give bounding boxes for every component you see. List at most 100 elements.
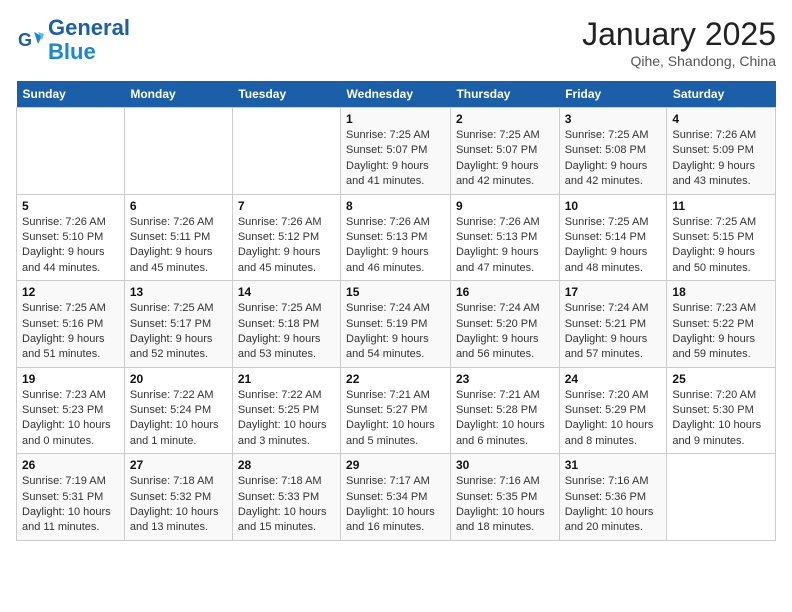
day-number: 10 [565, 199, 662, 213]
day-number: 28 [238, 458, 335, 472]
calendar-cell: 26Sunrise: 7:19 AM Sunset: 5:31 PM Dayli… [17, 454, 125, 541]
day-number: 13 [130, 285, 227, 299]
weekday-header: Wednesday [341, 81, 451, 108]
day-number: 4 [672, 112, 770, 126]
calendar-cell: 1 Sunrise: 7:25 AM Sunset: 5:07 PM Daylig… [341, 108, 451, 195]
day-info: Sunrise: 7:25 AM Sunset: 5:07 PM Dayligh… [346, 128, 445, 190]
day-info: Sunrise: 7:23 AM Sunset: 5:23 PM Dayligh… [22, 388, 119, 450]
day-number: 14 [238, 285, 335, 299]
logo-line1: General [48, 15, 130, 40]
day-info: Sunrise: 7:23 AM Sunset: 5:22 PM Dayligh… [672, 301, 770, 363]
calendar-cell [17, 108, 125, 195]
calendar-cell [667, 454, 776, 541]
title-block: January 2025 Qihe, Shandong, China [582, 16, 776, 69]
calendar-cell: 23Sunrise: 7:21 AM Sunset: 5:28 PM Dayli… [450, 367, 559, 454]
location: Qihe, Shandong, China [582, 53, 776, 69]
weekday-header: Tuesday [232, 81, 340, 108]
calendar-cell: 7 Sunrise: 7:26 AM Sunset: 5:12 PM Daylig… [232, 194, 340, 281]
calendar-cell: 16 Sunrise: 7:24 AM Sunset: 5:20 PM Dayli… [450, 281, 559, 368]
day-info: Sunrise: 7:22 AM Sunset: 5:25 PM Dayligh… [238, 388, 335, 450]
calendar-cell: 9 Sunrise: 7:26 AM Sunset: 5:13 PM Daylig… [450, 194, 559, 281]
calendar-cell: 17 Sunrise: 7:24 AM Sunset: 5:21 PM Dayli… [559, 281, 667, 368]
day-info: Sunrise: 7:25 AM Sunset: 5:17 PM Dayligh… [130, 301, 227, 363]
day-info: Sunrise: 7:25 AM Sunset: 5:18 PM Dayligh… [238, 301, 335, 363]
calendar-cell: 28 Sunrise: 7:18 AM Sunset: 5:33 PM Dayli… [232, 454, 340, 541]
day-number: 6 [130, 199, 227, 213]
day-info: Sunrise: 7:25 AM Sunset: 5:15 PM Dayligh… [672, 215, 770, 277]
day-info: Sunrise: 7:26 AM Sunset: 5:13 PM Dayligh… [456, 215, 554, 277]
day-info: Sunrise: 7:26 AM Sunset: 5:13 PM Dayligh… [346, 215, 445, 277]
svg-text:G: G [18, 30, 32, 50]
calendar-cell: 21 Sunrise: 7:22 AM Sunset: 5:25 PM Dayli… [232, 367, 340, 454]
day-number: 25 [672, 372, 770, 386]
day-info: Sunrise: 7:26 AM Sunset: 5:09 PM Dayligh… [672, 128, 770, 190]
calendar-cell: 8Sunrise: 7:26 AM Sunset: 5:13 PM Daylig… [341, 194, 451, 281]
calendar-table: SundayMondayTuesdayWednesdayThursdayFrid… [16, 81, 776, 541]
day-number: 20 [130, 372, 227, 386]
logo-text: General Blue [48, 16, 130, 64]
day-info: Sunrise: 7:25 AM Sunset: 5:14 PM Dayligh… [565, 215, 662, 277]
calendar-cell: 2Sunrise: 7:25 AM Sunset: 5:07 PM Daylig… [450, 108, 559, 195]
calendar-cell: 20 Sunrise: 7:22 AM Sunset: 5:24 PM Dayli… [124, 367, 232, 454]
day-info: Sunrise: 7:18 AM Sunset: 5:32 PM Dayligh… [130, 474, 227, 536]
calendar-cell: 3Sunrise: 7:25 AM Sunset: 5:08 PM Daylig… [559, 108, 667, 195]
calendar-cell: 25 Sunrise: 7:20 AM Sunset: 5:30 PM Dayli… [667, 367, 776, 454]
calendar-cell: 14 Sunrise: 7:25 AM Sunset: 5:18 PM Dayli… [232, 281, 340, 368]
calendar-cell: 13 Sunrise: 7:25 AM Sunset: 5:17 PM Dayli… [124, 281, 232, 368]
day-number: 12 [22, 285, 119, 299]
day-number: 30 [456, 458, 554, 472]
calendar-header-row: SundayMondayTuesdayWednesdayThursdayFrid… [17, 81, 776, 108]
day-number: 1 [346, 112, 445, 126]
calendar-cell: 19 Sunrise: 7:23 AM Sunset: 5:23 PM Dayli… [17, 367, 125, 454]
day-info: Sunrise: 7:24 AM Sunset: 5:19 PM Dayligh… [346, 301, 445, 363]
day-info: Sunrise: 7:16 AM Sunset: 5:36 PM Dayligh… [565, 474, 662, 536]
day-info: Sunrise: 7:16 AM Sunset: 5:35 PM Dayligh… [456, 474, 554, 536]
calendar-cell: 31Sunrise: 7:16 AM Sunset: 5:36 PM Dayli… [559, 454, 667, 541]
day-number: 19 [22, 372, 119, 386]
day-info: Sunrise: 7:25 AM Sunset: 5:08 PM Dayligh… [565, 128, 662, 190]
calendar-cell: 29 Sunrise: 7:17 AM Sunset: 5:34 PM Dayli… [341, 454, 451, 541]
day-info: Sunrise: 7:26 AM Sunset: 5:12 PM Dayligh… [238, 215, 335, 277]
calendar-week-row: 1 Sunrise: 7:25 AM Sunset: 5:07 PM Daylig… [17, 108, 776, 195]
day-number: 9 [456, 199, 554, 213]
calendar-cell [232, 108, 340, 195]
weekday-header: Friday [559, 81, 667, 108]
day-number: 27 [130, 458, 227, 472]
day-info: Sunrise: 7:20 AM Sunset: 5:29 PM Dayligh… [565, 388, 662, 450]
calendar-cell: 30 Sunrise: 7:16 AM Sunset: 5:35 PM Dayli… [450, 454, 559, 541]
day-info: Sunrise: 7:24 AM Sunset: 5:21 PM Dayligh… [565, 301, 662, 363]
day-number: 15 [346, 285, 445, 299]
day-number: 7 [238, 199, 335, 213]
day-number: 22 [346, 372, 445, 386]
calendar-cell: 6 Sunrise: 7:26 AM Sunset: 5:11 PM Daylig… [124, 194, 232, 281]
day-info: Sunrise: 7:26 AM Sunset: 5:10 PM Dayligh… [22, 215, 119, 277]
day-number: 5 [22, 199, 119, 213]
calendar-cell: 18 Sunrise: 7:23 AM Sunset: 5:22 PM Dayli… [667, 281, 776, 368]
day-number: 21 [238, 372, 335, 386]
calendar-cell: 22Sunrise: 7:21 AM Sunset: 5:27 PM Dayli… [341, 367, 451, 454]
day-info: Sunrise: 7:22 AM Sunset: 5:24 PM Dayligh… [130, 388, 227, 450]
day-number: 29 [346, 458, 445, 472]
weekday-header: Saturday [667, 81, 776, 108]
calendar-cell: 12 Sunrise: 7:25 AM Sunset: 5:16 PM Dayli… [17, 281, 125, 368]
day-info: Sunrise: 7:17 AM Sunset: 5:34 PM Dayligh… [346, 474, 445, 536]
day-number: 16 [456, 285, 554, 299]
weekday-header: Thursday [450, 81, 559, 108]
logo-icon: G [16, 26, 44, 54]
calendar-cell: 15 Sunrise: 7:24 AM Sunset: 5:19 PM Dayli… [341, 281, 451, 368]
calendar-cell: 11Sunrise: 7:25 AM Sunset: 5:15 PM Dayli… [667, 194, 776, 281]
weekday-header: Sunday [17, 81, 125, 108]
calendar-cell: 27 Sunrise: 7:18 AM Sunset: 5:32 PM Dayli… [124, 454, 232, 541]
day-info: Sunrise: 7:20 AM Sunset: 5:30 PM Dayligh… [672, 388, 770, 450]
day-number: 26 [22, 458, 119, 472]
calendar-week-row: 12 Sunrise: 7:25 AM Sunset: 5:16 PM Dayli… [17, 281, 776, 368]
day-info: Sunrise: 7:25 AM Sunset: 5:07 PM Dayligh… [456, 128, 554, 190]
day-info: Sunrise: 7:24 AM Sunset: 5:20 PM Dayligh… [456, 301, 554, 363]
day-info: Sunrise: 7:18 AM Sunset: 5:33 PM Dayligh… [238, 474, 335, 536]
day-number: 18 [672, 285, 770, 299]
calendar-cell: 24Sunrise: 7:20 AM Sunset: 5:29 PM Dayli… [559, 367, 667, 454]
day-number: 23 [456, 372, 554, 386]
day-info: Sunrise: 7:26 AM Sunset: 5:11 PM Dayligh… [130, 215, 227, 277]
day-info: Sunrise: 7:25 AM Sunset: 5:16 PM Dayligh… [22, 301, 119, 363]
day-number: 17 [565, 285, 662, 299]
